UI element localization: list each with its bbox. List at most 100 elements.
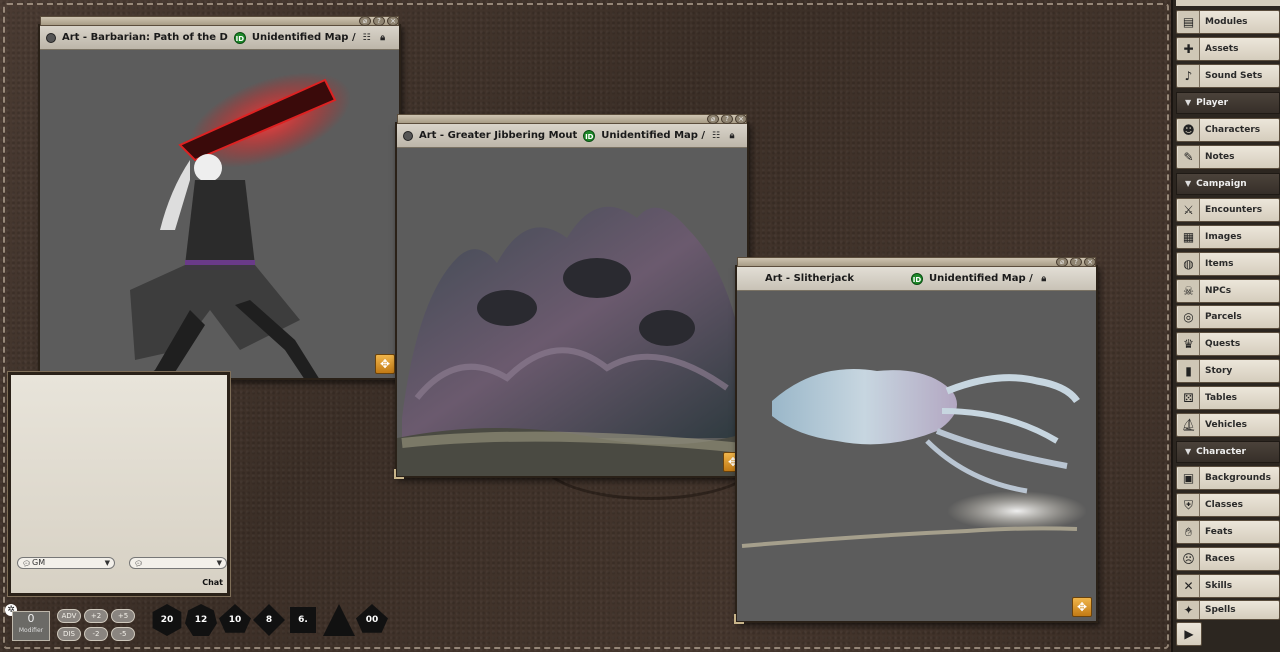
- sidebar-item-parcels[interactable]: ◎ Parcels: [1176, 305, 1280, 329]
- resize-corner[interactable]: [734, 614, 744, 624]
- lock-icon[interactable]: 🔒︎: [727, 131, 737, 141]
- d12-die[interactable]: 12: [185, 604, 217, 636]
- identified-toggle-icon[interactable]: ID: [583, 130, 595, 142]
- sidebar-header-campaign[interactable]: ▼Campaign: [1176, 173, 1280, 195]
- window-titlebar: Art - Slitherjack ID Unidentified Map / …: [737, 267, 1096, 291]
- close-icon[interactable]: ×: [387, 16, 399, 26]
- book-icon: ▮: [1178, 360, 1200, 382]
- link-icon[interactable]: ⌀: [359, 16, 371, 26]
- identity-select[interactable]: 💬︎ GM ▼: [17, 557, 115, 569]
- sidebar-item-classes[interactable]: ⛨ Classes: [1176, 493, 1280, 517]
- map-name: Unidentified Map /: [601, 130, 705, 141]
- sidebar-header-character[interactable]: ▼Character: [1176, 441, 1280, 463]
- identified-toggle-icon[interactable]: ID: [911, 273, 923, 285]
- sidebar-item-backgrounds[interactable]: ▣ Backgrounds: [1176, 466, 1280, 490]
- sidebar-item-spells[interactable]: ✦ Spells: [1176, 600, 1280, 620]
- window-controls: ⌀?×: [1056, 257, 1096, 267]
- minus2-button[interactable]: -2: [84, 627, 108, 641]
- window-drag-bar[interactable]: [40, 16, 399, 26]
- sidebar-item-feats[interactable]: ✋︎ Feats: [1176, 520, 1280, 544]
- link-icon[interactable]: ⌀: [707, 114, 719, 124]
- barbarian-artwork: [40, 50, 399, 378]
- share-icon[interactable]: [403, 131, 413, 141]
- window-controls: ⌀?×: [707, 114, 747, 124]
- minus5-button[interactable]: -5: [111, 627, 135, 641]
- sidebar-item-encounters[interactable]: ⚔ Encounters: [1176, 198, 1280, 222]
- image-canvas[interactable]: ✥: [397, 148, 747, 476]
- sidebar-item-items[interactable]: ◍ Items: [1176, 252, 1280, 276]
- sidebar-top-edge: [1176, 0, 1280, 6]
- plus2-button[interactable]: +2: [84, 609, 108, 623]
- d6-die[interactable]: 6.: [290, 607, 316, 633]
- image-canvas[interactable]: ✥: [737, 291, 1096, 621]
- sidebar-header-label: Character: [1196, 447, 1246, 457]
- maximize-button[interactable]: ✥: [1072, 597, 1092, 617]
- grid-icon[interactable]: ☷: [362, 33, 372, 43]
- dis-button[interactable]: DIS: [57, 627, 81, 641]
- modifier-box[interactable]: 0 Modifier: [12, 611, 50, 641]
- sidebar-item-vehicles[interactable]: ⛵︎ Vehicles: [1176, 413, 1280, 437]
- speech-bubble-icon: 💬︎: [134, 559, 143, 569]
- sidebar-item-notes[interactable]: ✎ Notes: [1176, 145, 1280, 169]
- maximize-button[interactable]: ✥: [375, 354, 395, 374]
- sidebar-item-label: Quests: [1205, 339, 1240, 349]
- sidebar-item-label: Characters: [1205, 125, 1260, 135]
- skull-icon: ☠: [1178, 280, 1200, 302]
- map-name: Unidentified Map /: [252, 32, 356, 43]
- sidebar-item-characters[interactable]: ☻ Characters: [1176, 118, 1280, 142]
- grid-icon[interactable]: ☷: [711, 131, 721, 141]
- sidebar-item-label: Items: [1205, 259, 1234, 269]
- image-window-jibbering-mouther[interactable]: ⌀?× Art - Greater Jibbering Mout ID Unid…: [395, 122, 749, 478]
- window-title: Art - Greater Jibbering Mout: [419, 130, 577, 141]
- window-titlebar: Art - Greater Jibbering Mout ID Unidenti…: [397, 124, 747, 148]
- close-icon[interactable]: ×: [735, 114, 747, 124]
- d20-die[interactable]: 20: [151, 604, 183, 636]
- identified-toggle-icon[interactable]: ID: [234, 32, 246, 44]
- sidebar-header-player[interactable]: ▼Player: [1176, 92, 1280, 114]
- sidebar-item-races[interactable]: ☹ Races: [1176, 547, 1280, 571]
- sidebar-collapse-play-icon[interactable]: ▶: [1176, 622, 1202, 646]
- help-icon[interactable]: ?: [721, 114, 733, 124]
- help-icon[interactable]: ?: [1070, 257, 1082, 267]
- d8-die[interactable]: 8: [253, 604, 285, 636]
- sidebar-item-npcs[interactable]: ☠ NPCs: [1176, 279, 1280, 303]
- d10-die[interactable]: 10: [219, 604, 251, 636]
- chat-send-button[interactable]: Chat: [202, 578, 223, 587]
- resize-corner[interactable]: [394, 469, 404, 479]
- sidebar-item-assets[interactable]: ✚ Assets: [1176, 37, 1280, 61]
- image-window-slitherjack[interactable]: ⌀?× Art - Slitherjack ID Unidentified Ma…: [735, 265, 1098, 623]
- language-select[interactable]: 💬︎ ▼: [129, 557, 227, 569]
- plus5-button[interactable]: +5: [111, 609, 135, 623]
- d100-die[interactable]: 00: [356, 604, 388, 636]
- link-icon[interactable]: ⌀: [1056, 257, 1068, 267]
- window-drag-bar[interactable]: [737, 257, 1096, 267]
- d4-die[interactable]: [323, 604, 355, 636]
- share-icon[interactable]: [46, 33, 56, 43]
- sidebar-item-sound-sets[interactable]: ♪ Sound Sets: [1176, 64, 1280, 88]
- puzzle-icon: ✚: [1178, 38, 1200, 60]
- chat-panel[interactable]: 💬︎ GM ▼ 💬︎ ▼ Chat: [8, 372, 230, 596]
- sidebar-item-story[interactable]: ▮ Story: [1176, 359, 1280, 383]
- lock-icon[interactable]: 🔒︎: [378, 33, 388, 43]
- adv-button[interactable]: ADV: [57, 609, 81, 623]
- window-titlebar: Art - Barbarian: Path of the D ID Uniden…: [40, 26, 399, 50]
- image-window-barbarian[interactable]: ⌀?× Art - Barbarian: Path of the D ID Un…: [38, 24, 401, 380]
- sidebar-item-label: Notes: [1205, 152, 1234, 162]
- trophy-icon: ♛: [1178, 333, 1200, 355]
- crossed-swords-icon: ⚔: [1178, 199, 1200, 221]
- sidebar-item-label: Vehicles: [1205, 420, 1247, 430]
- lock-icon[interactable]: 🔒︎: [1039, 274, 1049, 284]
- sidebar-item-label: NPCs: [1205, 286, 1231, 296]
- close-icon[interactable]: ×: [1084, 257, 1096, 267]
- image-canvas[interactable]: ✥: [40, 50, 399, 378]
- speech-bubble-icon: 💬︎: [22, 559, 31, 569]
- help-icon[interactable]: ?: [373, 16, 385, 26]
- sidebar-item-images[interactable]: ▦ Images: [1176, 225, 1280, 249]
- sidebar-item-tables[interactable]: ⚄ Tables: [1176, 386, 1280, 410]
- window-drag-bar[interactable]: [397, 114, 747, 124]
- wand-icon: ✦: [1178, 600, 1200, 620]
- sidebar-item-skills[interactable]: ✕ Skills: [1176, 574, 1280, 598]
- sidebar-item-modules[interactable]: ▤ Modules: [1176, 10, 1280, 34]
- sidebar-item-quests[interactable]: ♛ Quests: [1176, 332, 1280, 356]
- window-title: Art - Barbarian: Path of the D: [62, 32, 228, 43]
